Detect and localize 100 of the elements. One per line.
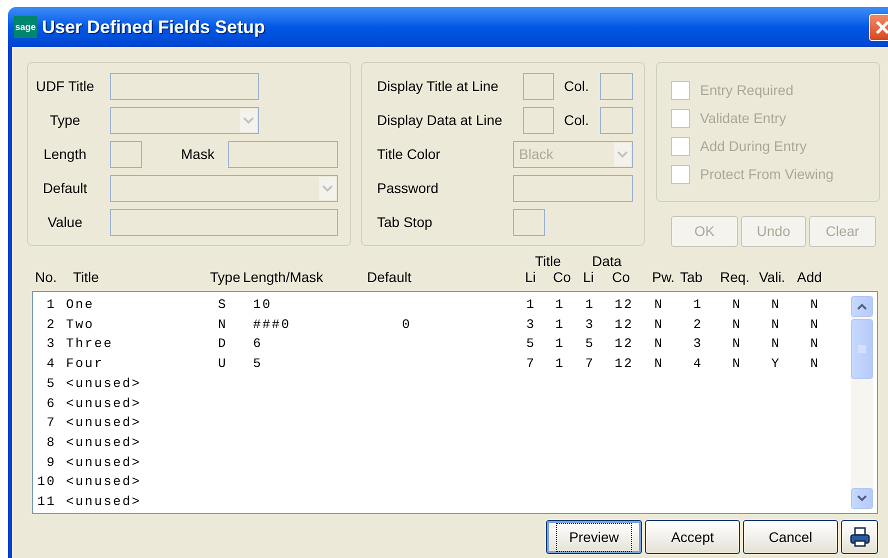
field-label: Password [377,180,438,196]
input-field[interactable] [513,209,545,236]
list-cell: 3 [46,336,56,352]
column-header: Title [73,269,99,285]
list-cell: 12 [614,316,634,332]
list-cell: 2 [693,316,703,332]
list-cell: 3 [693,336,703,352]
column-group-header: Data [592,253,622,269]
list-cell: 1 [555,297,565,312]
checkbox-label: Protect From Viewing [700,165,834,184]
input-field[interactable] [110,73,259,100]
list-cell: N [732,316,742,332]
list-cell: 12 [614,356,634,372]
column-header: Req. [720,269,750,285]
input-field[interactable] [228,141,338,168]
list-cell: 5 [526,336,536,352]
list-cell: 3 [585,316,595,332]
list-cell: 2 [46,316,56,332]
input-field[interactable] [600,73,633,100]
list-cell: 1 [46,297,56,312]
list-cell: ###0 [253,316,291,332]
chevron-down-icon [614,143,631,166]
column-header: Tab [680,269,703,285]
close-icon [875,20,888,34]
field-label: Tab Stop [377,214,432,230]
column-header: Co [612,269,630,285]
print-button[interactable] [841,520,878,554]
list-cell: N [654,297,664,312]
list-cell: 6 [253,336,262,352]
list-cell: <unused> [66,494,142,509]
window-title: User Defined Fields Setup [42,16,266,39]
list-cell: 1 [526,297,536,312]
dialog-button[interactable]: Accept [645,520,740,554]
input-field[interactable] [600,107,633,134]
list-cell: 9 [46,454,56,470]
list-cell: Three [66,336,114,352]
input-field[interactable] [110,209,338,236]
list-cell: N [654,356,664,372]
scrollbar-thumb[interactable] [851,319,873,379]
column-header: Li [583,269,594,285]
input-field[interactable] [523,107,554,134]
field-label: Title Color [377,146,440,162]
list-cell: 12 [614,336,634,352]
list-cell: N [810,297,820,312]
list-cell: <unused> [66,396,142,411]
list-cell: 0 [402,316,412,332]
list-cell: Two [66,316,94,332]
field-label: Length [44,146,86,162]
column-header: Add [797,269,822,285]
input-field[interactable] [513,175,633,202]
list-cell: U [218,356,228,372]
list-cell: N [810,316,820,332]
column-header: Default [367,269,412,285]
dialog-button[interactable]: Cancel [743,520,838,554]
dialog-button[interactable]: Preview [546,520,642,554]
list-cell: 7 [46,415,56,430]
list-cell: 10 [253,297,272,312]
field-label: Mask [181,146,214,162]
list-cell: 5 [46,376,56,391]
field-label: Col. [564,78,589,94]
scroll-down-button[interactable] [851,488,873,509]
list-cell: 10 [37,474,56,490]
dropdown-field[interactable] [110,175,338,202]
list-cell: D [218,336,228,352]
list-cell: N [732,297,742,312]
field-label: Default [42,180,88,196]
list-cell: Y [771,356,781,372]
checkbox-label: Add During Entry [700,137,807,156]
list-cell: 1 [555,356,565,372]
scroll-up-button[interactable] [851,296,873,317]
column-header: No. [35,269,57,285]
chevron-up-icon [857,303,867,310]
list-cell: <unused> [66,434,142,450]
list-cell: 1 [555,316,565,332]
column-header: Vali. [759,269,786,285]
field-label: Value [48,214,82,230]
list-cell: 3 [526,316,536,332]
printer-icon [848,526,870,548]
close-button[interactable] [869,14,888,40]
dropdown-field[interactable] [110,107,259,134]
list-cell: N [654,336,664,352]
list-cell: 4 [46,356,56,372]
list-cell: 12 [614,297,634,312]
list-cell: S [218,297,228,312]
list-cell: N [732,356,742,372]
field-label: Type [50,112,80,128]
input-field[interactable] [523,73,554,100]
list-cell: Four [66,356,104,372]
list-cell: <unused> [66,415,142,430]
column-header: Pw. [652,269,675,285]
list-cell: N [771,297,781,312]
column-header: Li [525,269,536,285]
list-cell: 6 [46,396,56,411]
list-cell: N [771,316,781,332]
list-cell: <unused> [66,474,142,490]
chevron-down-icon [240,109,257,132]
input-field[interactable] [110,141,142,168]
list-cell: 11 [37,494,56,509]
list-cell: <unused> [66,454,142,470]
column-group-header: Title [535,253,561,269]
